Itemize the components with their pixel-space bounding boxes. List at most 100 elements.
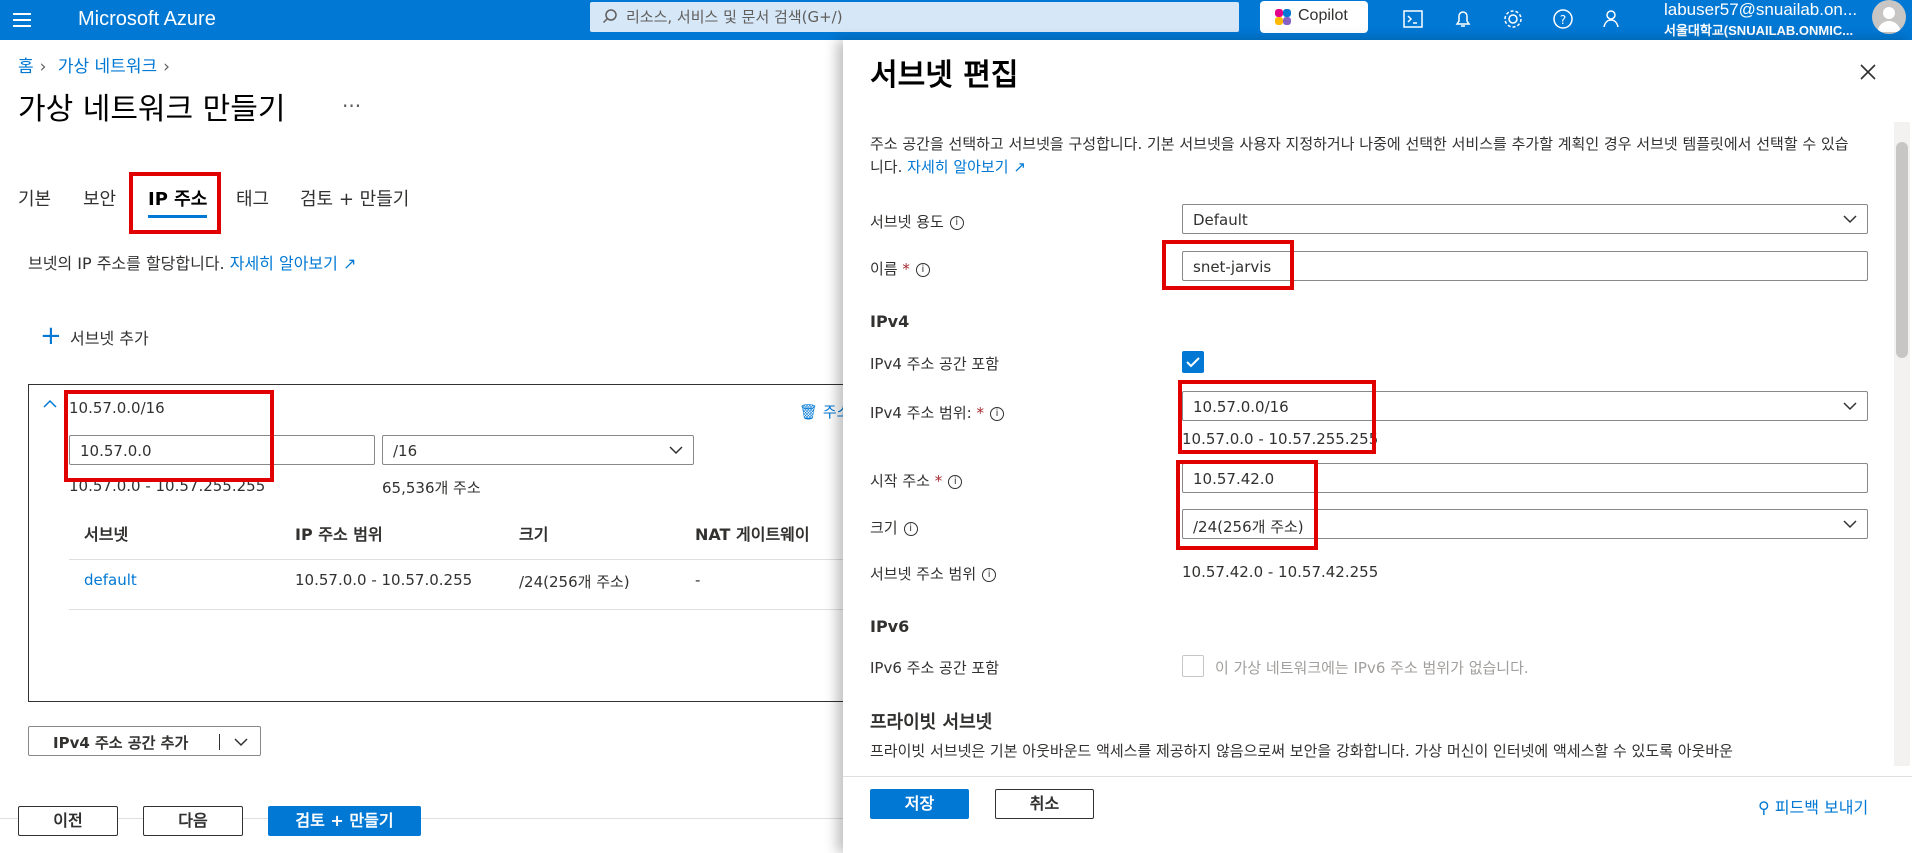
breadcrumb-vnet[interactable]: 가상 네트워크 (58, 57, 157, 77)
svg-text:?: ? (1560, 13, 1566, 27)
chevron-down-icon (1843, 402, 1857, 411)
learn-more-link[interactable]: 자세히 알아보기 (230, 254, 338, 273)
highlight-box (129, 172, 221, 234)
ipv6-include-checkbox[interactable] (1182, 655, 1204, 677)
required-marker: * (976, 404, 984, 422)
search-icon (602, 9, 617, 24)
divider (0, 818, 843, 819)
external-link-icon: ↗ (1013, 158, 1026, 176)
subnet-nat: - (695, 571, 701, 589)
trash-icon: 🗑 (799, 403, 819, 421)
divider (69, 559, 859, 560)
subnet-name-link[interactable]: default (84, 571, 137, 589)
blade-description: 주소 공간을 선택하고 서브넷을 구성합니다. 기본 서브넷을 사용자 지정하거… (870, 133, 1860, 179)
add-space-label: IPv4 주소 공간 추가 (53, 734, 189, 752)
info-icon[interactable]: i (948, 474, 963, 489)
feedback-icon: ⚲ (1758, 798, 1770, 817)
purpose-label: 서브넷 용도 i (870, 211, 964, 232)
tab-review-create[interactable]: 검토 + 만들기 (300, 185, 409, 211)
subnet-range-label: 서브넷 주소 범위 i (870, 563, 997, 584)
prefix-value: /16 (393, 442, 418, 460)
scrollbar-thumb[interactable] (1896, 142, 1908, 358)
breadcrumb-home[interactable]: 홈 (18, 57, 34, 77)
send-feedback-link[interactable]: ⚲ 피드백 보내기 (1758, 794, 1868, 818)
ipv6-include-label: IPv6 주소 공간 포함 (870, 659, 999, 677)
help-icon[interactable]: ? (1550, 6, 1576, 32)
avatar[interactable] (1872, 0, 1906, 34)
review-create-button[interactable]: 검토 + 만들기 (268, 806, 421, 836)
page-title: 가상 네트워크 만들기 (18, 92, 286, 127)
breadcrumb: 홈 › 가상 네트워크 › (18, 52, 176, 77)
avatar-icon (1877, 7, 1901, 32)
menu-icon[interactable] (10, 8, 34, 32)
user-org: 서울대학교(SNUAILAB.ONMIC... (1664, 23, 1854, 38)
brand-title[interactable]: Microsoft Azure (78, 6, 216, 32)
highlight-box (64, 390, 274, 482)
cancel-button[interactable]: 취소 (995, 789, 1094, 819)
column-header-range: IP 주소 범위 (295, 525, 383, 544)
description-text: 브넷의 IP 주소를 할당합니다. (28, 254, 225, 273)
subnet-range-label-text: 서브넷 주소 범위 (870, 565, 977, 583)
highlight-box (1162, 240, 1294, 290)
tab-basics[interactable]: 기본 (18, 185, 51, 211)
plus-icon: + (40, 321, 62, 351)
previous-button[interactable]: 이전 (18, 806, 118, 836)
chevron-down-icon[interactable] (234, 737, 248, 747)
chevron-up-icon[interactable] (43, 399, 57, 409)
ipv6-section-heading: IPv6 (870, 617, 910, 636)
blade-learn-more-link[interactable]: 자세히 알아보기 (907, 158, 1008, 176)
create-vnet-page: 홈 › 가상 네트워크 › 가상 네트워크 만들기 ... 기본 보안 IP 주소 … (0, 40, 859, 853)
ipv4-range-label: IPv4 주소 범위: * i (870, 402, 1004, 423)
chevron-down-icon (669, 446, 683, 455)
chevron-down-icon (1843, 520, 1857, 529)
copilot-icon (1275, 9, 1291, 25)
save-button[interactable]: 저장 (870, 789, 969, 819)
close-icon[interactable] (1858, 62, 1878, 82)
purpose-value: Default (1193, 211, 1248, 229)
feedback-person-icon[interactable] (1600, 6, 1626, 32)
private-subnet-description: 프라이빗 서브넷은 기본 아웃바운드 액세스를 제공하지 않음으로써 보안을 강… (870, 742, 1733, 760)
copilot-label: Copilot (1298, 7, 1348, 24)
info-icon[interactable]: i (989, 406, 1004, 421)
address-count: 65,536개 주소 (382, 479, 481, 497)
address-prefix-dropdown[interactable]: /16 (382, 435, 694, 465)
ipv6-note: 이 가상 네트워크에는 IPv6 주소 범위가 없습니다. (1215, 659, 1529, 677)
name-label: 이름 * i (870, 258, 930, 279)
subnet-purpose-dropdown[interactable]: Default (1182, 204, 1868, 234)
info-icon[interactable]: i (949, 215, 964, 230)
info-icon[interactable]: i (915, 262, 930, 277)
ipv4-include-checkbox[interactable] (1182, 351, 1204, 373)
chevron-right-icon: › (39, 57, 47, 77)
external-link-icon: ↗ (342, 254, 357, 273)
bell-icon[interactable] (1450, 6, 1476, 32)
subnet-range-value: 10.57.42.0 - 10.57.42.255 (1182, 563, 1379, 581)
feedback-label: 피드백 보내기 (1774, 798, 1869, 817)
size-label-text: 크기 (870, 519, 898, 537)
copilot-button[interactable]: Copilot (1260, 1, 1368, 33)
tab-tags[interactable]: 태그 (236, 185, 269, 211)
blade-title: 서브넷 편집 (870, 58, 1019, 93)
next-button[interactable]: 다음 (143, 806, 243, 836)
column-header-size: 크기 (519, 525, 549, 544)
info-icon[interactable]: i (903, 521, 918, 536)
divider (843, 776, 1912, 777)
highlight-box (1176, 460, 1318, 550)
highlight-box (1178, 380, 1376, 454)
tab-security[interactable]: 보안 (83, 185, 116, 211)
cloud-shell-icon[interactable] (1400, 6, 1426, 32)
start-label-text: 시작 주소 (870, 472, 930, 490)
chevron-down-icon (1843, 215, 1857, 224)
add-ipv4-space-button[interactable]: IPv4 주소 공간 추가 (28, 726, 261, 756)
purpose-label-text: 서브넷 용도 (870, 213, 944, 231)
ipv4-include-label: IPv4 주소 공간 포함 (870, 355, 999, 373)
info-icon[interactable]: i (982, 567, 997, 582)
subnet-range: 10.57.0.0 - 10.57.0.255 (295, 571, 473, 589)
column-header-nat: NAT 게이트웨이 (695, 525, 810, 544)
global-search[interactable] (590, 2, 1239, 32)
ip-tab-description: 브넷의 IP 주소를 할당합니다. 자세히 알아보기 ↗ (28, 250, 356, 274)
search-input[interactable] (626, 5, 1226, 29)
chevron-right-icon: › (163, 57, 170, 77)
size-label: 크기 i (870, 517, 918, 538)
gear-icon[interactable] (1500, 6, 1526, 32)
more-options-button[interactable]: ... (342, 88, 361, 112)
